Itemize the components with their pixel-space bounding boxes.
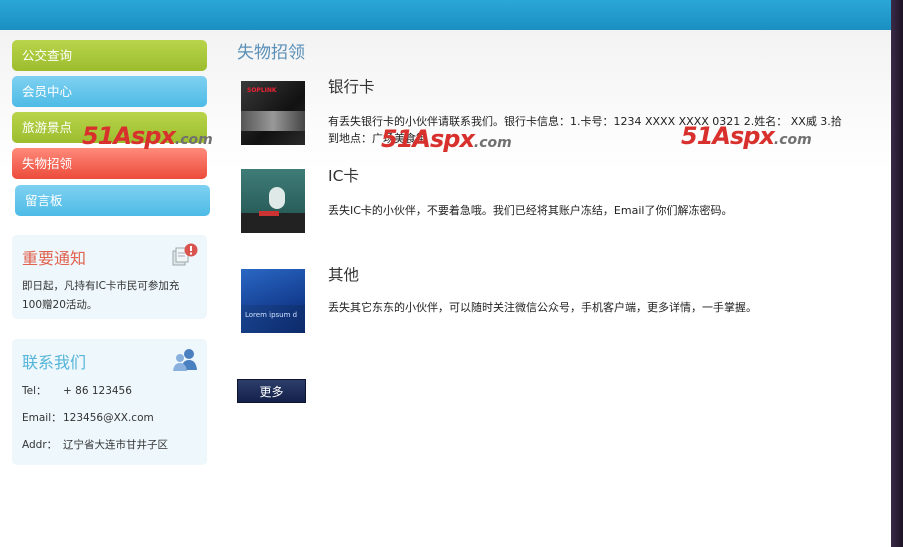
contact-tel-label: Tel： <box>22 385 47 397</box>
top-header-bar <box>0 0 891 30</box>
nav-scenic-spots[interactable]: 旅游景点 <box>12 112 207 143</box>
notice-title: 重要通知 <box>22 249 87 268</box>
thumbnail-footer <box>241 213 305 233</box>
contact-tel: Tel： + 86 123456 <box>22 383 132 398</box>
thumbnail-mouse <box>269 187 285 209</box>
window-right-edge <box>891 0 903 547</box>
notice-panel: 重要通知 即日起，凡持有IC卡市民可参加充100赠20活动。 <box>12 235 207 319</box>
notice-text: 即日起，凡持有IC卡市民可参加充100赠20活动。 <box>22 280 180 311</box>
nav-member-center[interactable]: 会员中心 <box>12 76 207 107</box>
ic-card-thumbnail[interactable] <box>241 169 305 233</box>
item-desc-bank-card: 有丢失银行卡的小伙伴请联系我们。银行卡信息：1.卡号：1234 XXXX XXX… <box>328 115 842 145</box>
bank-card-thumbnail[interactable]: SOPLINK <box>241 81 305 145</box>
contact-email: Email：123456@XX.com <box>22 410 154 425</box>
item-desc-ic-card: 丢失IC卡的小伙伴，不要着急哦。我们已经将其账户冻结，Email了你们解冻密码。 <box>328 204 733 217</box>
nav-message-board[interactable]: 留言板 <box>15 185 210 216</box>
more-button[interactable]: 更多 <box>237 379 306 403</box>
contact-email-value: 123456@XX.com <box>63 412 154 424</box>
item-title-bank-card[interactable]: 银行卡 <box>328 75 375 97</box>
page-title: 失物招领 <box>237 43 305 63</box>
thumbnail-logo-text: SOPLINK <box>247 87 277 94</box>
contact-tel-value: + 86 123456 <box>63 385 132 397</box>
contact-addr-value: 辽宁省大连市甘井子区 <box>63 439 168 451</box>
contact-addr-label: Addr： <box>22 439 58 451</box>
item-title-ic-card[interactable]: IC卡 <box>328 164 359 186</box>
thumbnail-lorem-text: Lorem ipsum d <box>245 311 298 319</box>
thumbnail-accent <box>259 211 279 216</box>
nav-bus-query[interactable]: 公交查询 <box>12 40 207 71</box>
contact-panel: 联系我们 Tel： + 86 123456 Email：123456@XX.com… <box>12 339 207 465</box>
thumbnail-stripe <box>241 111 305 131</box>
contact-email-label: Email： <box>22 412 62 424</box>
contact-addr: Addr： 辽宁省大连市甘井子区 <box>22 437 168 452</box>
contact-people-icon <box>173 349 197 371</box>
thumbnail-top-band <box>241 269 305 305</box>
item-desc-other: 丢失其它东东的小伙伴，可以随时关注微信公众号，手机客户端，更多详情，一手掌握。 <box>328 301 757 314</box>
notice-alert-icon <box>172 243 198 266</box>
item-title-other[interactable]: 其他 <box>328 263 359 285</box>
other-thumbnail[interactable]: Lorem ipsum d <box>241 269 305 333</box>
nav-lost-and-found[interactable]: 失物招领 <box>12 148 207 179</box>
contact-title: 联系我们 <box>22 353 87 372</box>
